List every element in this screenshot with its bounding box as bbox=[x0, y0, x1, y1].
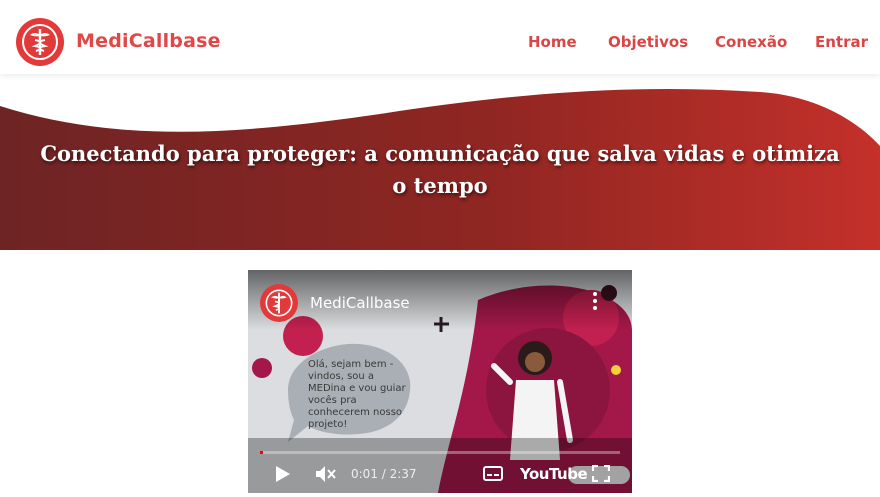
nav-home-link[interactable]: Home bbox=[528, 33, 577, 51]
nav-objetivos-link[interactable]: Objetivos bbox=[608, 33, 688, 51]
progress-bar[interactable] bbox=[260, 451, 620, 454]
video-time: 0:01 / 2:37 bbox=[351, 467, 417, 481]
hero-title: Conectando para proteger: a comunicação … bbox=[40, 141, 840, 198]
brand-name[interactable]: MediCallbase bbox=[76, 30, 221, 52]
caduceus-logo-icon[interactable] bbox=[16, 18, 64, 66]
nav-entrar-link[interactable]: Entrar bbox=[815, 33, 868, 51]
more-options-icon[interactable] bbox=[588, 290, 602, 312]
speech-bubble-text: Olá, sejam bem - vindos, sou a MEDina e … bbox=[308, 359, 406, 430]
hero-banner: Conectando para proteger: a comunicação … bbox=[0, 74, 880, 250]
site-header: MediCallbase Home Objetivos Conexão Entr… bbox=[0, 0, 880, 74]
fullscreen-icon[interactable] bbox=[592, 465, 610, 482]
nav-conexao-link[interactable]: Conexão bbox=[715, 33, 787, 51]
volume-muted-icon[interactable] bbox=[314, 464, 336, 484]
captions-icon[interactable] bbox=[483, 466, 503, 481]
progress-fill bbox=[260, 451, 263, 454]
video-top-bar bbox=[248, 270, 632, 330]
video-player[interactable]: MediCallbase Olá, sejam bem - vindos, so… bbox=[248, 270, 632, 493]
play-icon[interactable] bbox=[275, 465, 291, 483]
channel-logo-icon[interactable] bbox=[260, 284, 298, 322]
video-channel-title[interactable]: MediCallbase bbox=[310, 294, 410, 312]
youtube-logo[interactable]: YouTube bbox=[520, 465, 588, 483]
